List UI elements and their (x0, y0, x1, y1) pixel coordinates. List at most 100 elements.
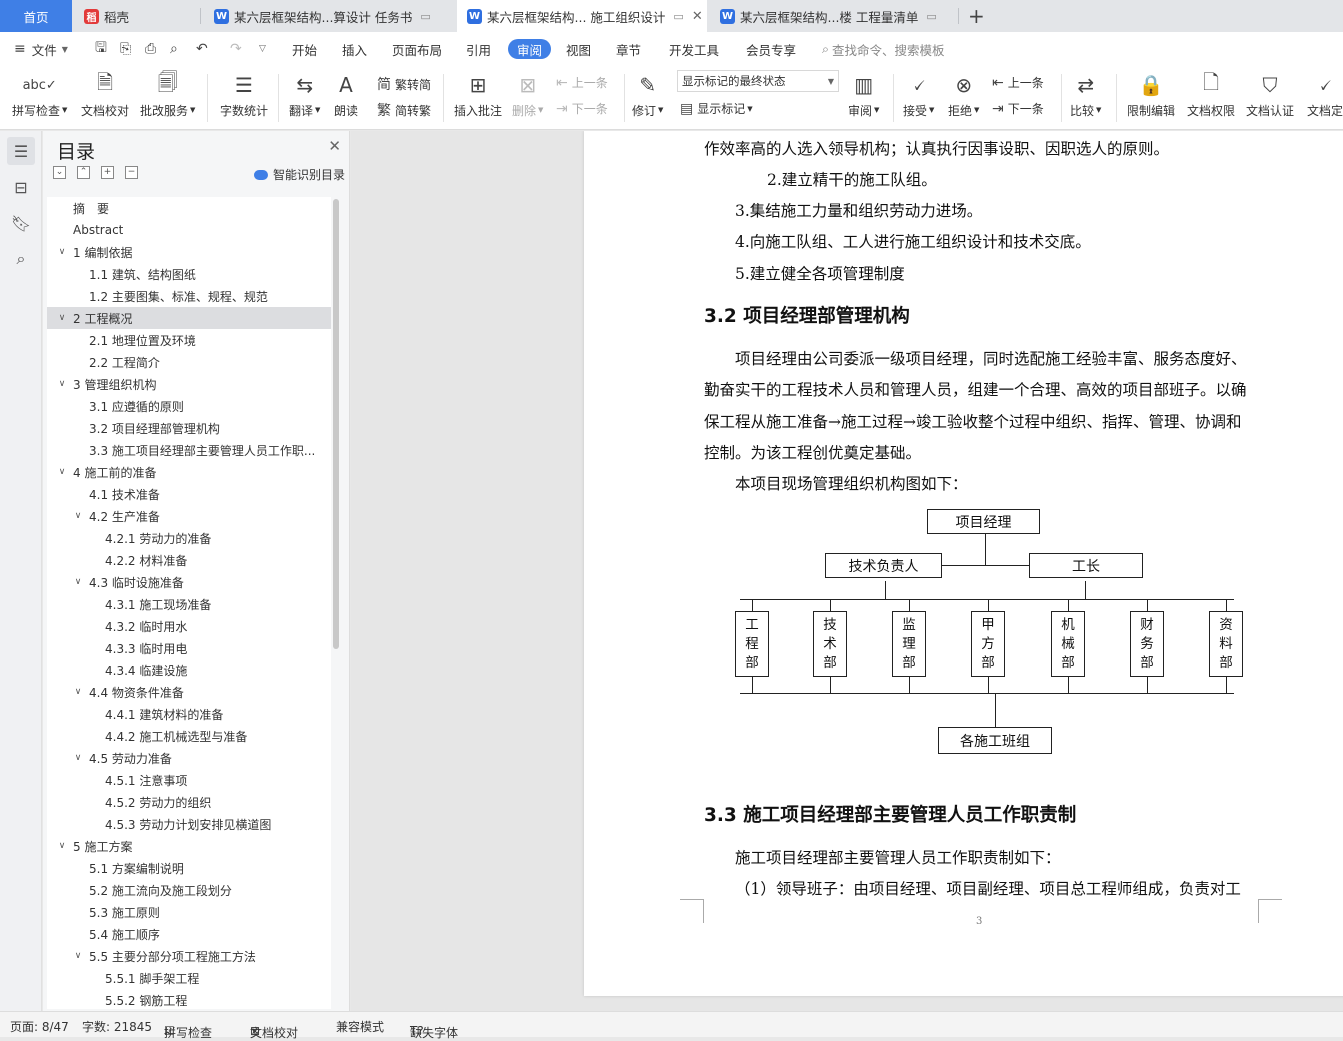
toc-item[interactable]: ∨ 2 工程概况 (47, 307, 331, 329)
chevron-down-icon[interactable]: ∨ (55, 313, 69, 323)
toc-item[interactable]: 4.4.2 施工机械选型与准备 (47, 725, 331, 747)
expand-level-icon[interactable]: ⌃ (77, 166, 90, 179)
toc-item[interactable]: 2.1 地理位置及环境 (47, 329, 331, 351)
toc-item[interactable]: 4.3.3 临时用电 (47, 637, 331, 659)
close-icon[interactable]: ✕ (328, 137, 341, 155)
menu-member[interactable]: 会员专享 (746, 32, 796, 66)
menu-references[interactable]: 引用 (466, 32, 491, 66)
tab-doc-quantity[interactable]: W 某六层框架结构...楼 工程量清单 ▭ (710, 0, 960, 32)
toc-item[interactable]: ∨ 3 管理组织机构 (47, 373, 331, 395)
toc-item[interactable]: 1.1 建筑、结构图纸 (47, 263, 331, 285)
toc-item[interactable]: 3.3 施工项目经理部主要管理人员工作职... (47, 439, 331, 461)
tab-daoke[interactable]: 稻 稻壳 (74, 0, 196, 32)
toc-item[interactable]: ∨ 4 施工前的准备 (47, 461, 331, 483)
restrict-edit-button[interactable]: 🔒 限制编辑 (1127, 70, 1175, 120)
chevron-down-icon[interactable]: ∨ (55, 379, 69, 389)
next-comment-button[interactable]: ⇥ 下一条 (556, 100, 608, 117)
toc-item[interactable]: ∨ 5.5 主要分部分项工程施工方法 (47, 945, 331, 967)
toc-item[interactable]: 2.2 工程简介 (47, 351, 331, 373)
toc-item[interactable]: 5.2 施工流向及施工段划分 (47, 879, 331, 901)
print-preview-icon[interactable]: ⌕ (170, 32, 178, 66)
toc-item[interactable]: 4.1 技术准备 (47, 483, 331, 505)
page-indicator[interactable]: 页面: 8/47 (10, 1018, 69, 1035)
toc-item[interactable]: 3.2 项目经理部管理机构 (47, 417, 331, 439)
chevron-down-icon[interactable]: ∨ (55, 467, 69, 477)
bookmark-icon[interactable]: 🔖︎ (7, 209, 35, 237)
toc-item[interactable]: 1.2 主要图集、标准、规程、规范 (47, 285, 331, 307)
toc-scrollbar[interactable] (331, 197, 341, 1009)
chevron-down-icon[interactable]: ∨ (55, 247, 69, 257)
toc-item[interactable]: 5.3 施工原则 (47, 901, 331, 923)
doc-final-button[interactable]: 🗸 文档定 (1307, 70, 1343, 120)
toc-item[interactable]: 3.1 应遵循的原则 (47, 395, 331, 417)
tab-doc-task[interactable]: W 某六层框架结构...算设计 任务书 ▭ (204, 0, 454, 32)
menu-page-layout[interactable]: 页面布局 (392, 32, 442, 66)
toc-item[interactable]: ∨ 4.4 物资条件准备 (47, 681, 331, 703)
chevron-down-icon[interactable]: ∨ (71, 577, 85, 587)
command-search[interactable]: ⌕ 查找命令、搜索模板 (822, 32, 945, 66)
toc-item[interactable]: ∨ 5 施工方案 (47, 835, 331, 857)
quick-access-dropdown-icon[interactable]: ▽ (259, 32, 266, 66)
toc-item[interactable]: 4.3.4 临建设施 (47, 659, 331, 681)
chevron-down-icon[interactable]: ∨ (71, 511, 85, 521)
menu-start[interactable]: 开始 (292, 32, 317, 66)
prev-comment-button[interactable]: ⇤ 上一条 (556, 74, 608, 91)
spellcheck-button[interactable]: abc✓ 拼写检查 ▼ (12, 70, 67, 120)
collapse-all-icon[interactable]: − (125, 166, 138, 179)
smart-toc-button[interactable]: 智能识别目录 (253, 166, 345, 183)
expand-all-icon[interactable]: + (101, 166, 114, 179)
delete-comment-button[interactable]: ⊠ 删除 ▼ (512, 70, 543, 120)
translate-button[interactable]: ⇆ 翻译 ▼ (289, 70, 320, 120)
chevron-down-icon[interactable]: ∨ (55, 841, 69, 851)
review-pane-button[interactable]: ▥ 审阅 ▼ (848, 70, 879, 120)
toc-item[interactable]: 5.5.1 脚手架工程 (47, 967, 331, 989)
export-pdf-icon[interactable]: ⎘ (120, 32, 131, 66)
next-change-button[interactable]: ⇥ 下一条 (992, 100, 1044, 117)
menu-chapter[interactable]: 章节 (616, 32, 641, 66)
new-tab-button[interactable]: + (968, 0, 988, 32)
trad-to-simp-button[interactable]: 简繁转简 (377, 74, 431, 94)
toc-item[interactable]: 5.5.2 钢筋工程 (47, 989, 331, 1009)
doc-permission-button[interactable]: 🗋 文档权限 (1187, 70, 1235, 120)
word-count-button[interactable]: ☰ 字数统计 (220, 70, 268, 120)
menu-insert[interactable]: 插入 (342, 32, 367, 66)
toc-item[interactable]: 4.5.1 注意事项 (47, 769, 331, 791)
toc-item[interactable]: 5.1 方案编制说明 (47, 857, 331, 879)
toc-item[interactable]: 4.3.2 临时用水 (47, 615, 331, 637)
chapter-nav-icon[interactable]: ⊟ (7, 173, 35, 201)
search-icon[interactable]: ⌕ (7, 245, 35, 273)
document-page[interactable]: 作效率高的人选入领导机构；认真执行因事设职、因职选人的原则。 2.建立精干的施工… (584, 131, 1343, 996)
reject-button[interactable]: ⊗ 拒绝 ▼ (948, 70, 979, 120)
insert-comment-button[interactable]: ⊞ 插入批注 (454, 70, 502, 120)
toc-panel-icon[interactable]: ☰ (7, 137, 35, 165)
toc-item[interactable]: 4.2.1 劳动力的准备 (47, 527, 331, 549)
compare-button[interactable]: ⇄ 比较 ▼ (1070, 70, 1101, 120)
toc-item[interactable]: ∨ 4.5 劳动力准备 (47, 747, 331, 769)
tab-home[interactable]: 首页 (0, 0, 72, 32)
toc-item[interactable]: 4.5.2 劳动力的组织 (47, 791, 331, 813)
doc-check-button[interactable]: 🗎 文档校对 (81, 70, 129, 120)
chevron-down-icon[interactable]: ∨ (71, 753, 85, 763)
toc-item[interactable]: Abstract (47, 219, 331, 241)
toc-scroll-thumb[interactable] (333, 199, 339, 649)
show-markup-button[interactable]: ▤ 显示标记 ▼ (680, 100, 753, 117)
toc-item[interactable]: ∨ 1 编制依据 (47, 241, 331, 263)
revise-service-button[interactable]: 🗐 批改服务 ▼ (140, 70, 195, 120)
toc-item[interactable]: 4.4.1 建筑材料的准备 (47, 703, 331, 725)
accept-button[interactable]: 🗸 接受 ▼ (903, 70, 934, 120)
toc-item[interactable]: 5.4 施工顺序 (47, 923, 331, 945)
menu-view[interactable]: 视图 (566, 32, 591, 66)
toc-item[interactable]: 4.3.1 施工现场准备 (47, 593, 331, 615)
print-icon[interactable]: ⎙ (145, 32, 156, 66)
menu-review[interactable]: 审阅 (508, 39, 552, 59)
collapse-level-icon[interactable]: ⌄ (53, 166, 66, 179)
toc-item[interactable]: 4.5.3 劳动力计划安排见横道图 (47, 813, 331, 835)
redo-icon[interactable]: ↷ (230, 32, 242, 66)
simp-to-trad-button[interactable]: 繁简转繁 (377, 100, 431, 120)
menu-developer[interactable]: 开发工具 (669, 32, 719, 66)
read-aloud-button[interactable]: A 朗读 (334, 70, 358, 120)
undo-icon[interactable]: ↶ (196, 32, 208, 66)
prev-change-button[interactable]: ⇤ 上一条 (992, 74, 1044, 91)
save-icon[interactable]: 🖫 (95, 32, 107, 66)
toc-item[interactable]: 摘 要 (47, 197, 331, 219)
